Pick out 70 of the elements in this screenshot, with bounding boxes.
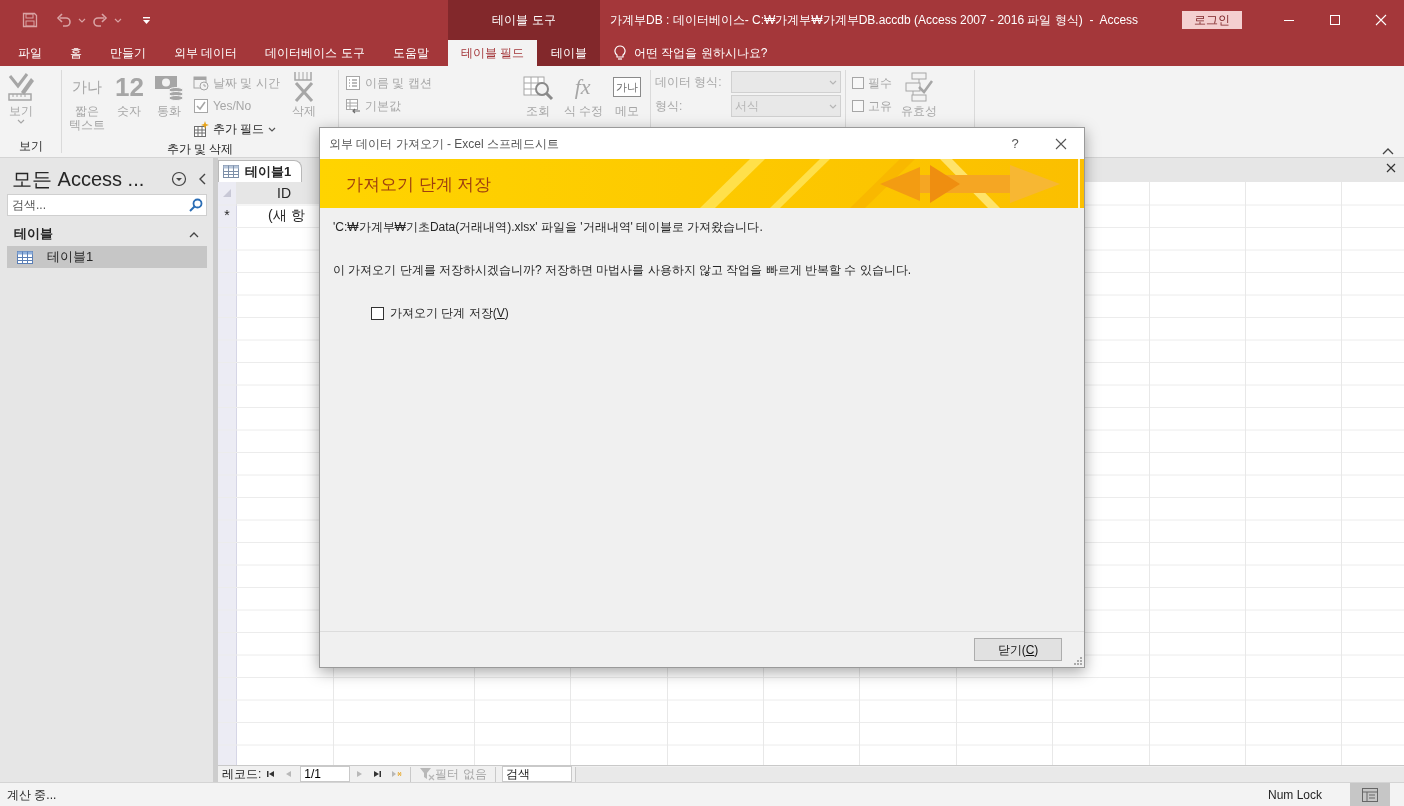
checkbox-label: 필수	[868, 75, 892, 92]
view-icon	[7, 72, 35, 102]
checkbox-label: 고유	[868, 98, 892, 115]
document-tab[interactable]: 테이블1	[218, 160, 303, 182]
table-cell-text: (새 항	[267, 206, 305, 225]
caret-icon	[829, 102, 837, 110]
search-field[interactable]: 검색	[501, 766, 572, 782]
caret-icon[interactable]	[114, 16, 122, 24]
group-label: 보기	[17, 138, 44, 153]
caret-icon[interactable]	[78, 16, 86, 24]
ribbon-tab[interactable]: 데이터베이스 도구	[251, 40, 379, 66]
field-label: 데이터 형식:	[655, 74, 723, 91]
tell-me-search[interactable]: 어떤 작업을 원하시나요?	[600, 40, 774, 66]
text-glyph-icon: fx	[572, 72, 595, 102]
save-steps-checkbox[interactable]: 가져오기 단계 저장(V)	[371, 304, 509, 322]
ribbon-tab[interactable]: 만들기	[96, 40, 160, 66]
datasheet-view-button[interactable]	[1350, 783, 1390, 806]
customize-menu-icon[interactable]	[142, 15, 151, 25]
search-field[interactable]: 검색...	[7, 194, 207, 216]
caret-icon	[829, 78, 837, 86]
field-label: 형식:	[655, 98, 684, 115]
text-glyph-icon: 가나	[72, 80, 102, 94]
table-arrow-icon	[345, 98, 361, 114]
table-icon	[17, 250, 33, 264]
horizontal-scrollbar[interactable]	[574, 766, 1404, 782]
undo-icon[interactable]	[56, 12, 72, 28]
table-sparkle-icon	[192, 121, 209, 137]
status-indicator: Num Lock	[1267, 786, 1322, 804]
calendar-clock-icon	[192, 75, 209, 91]
ribbon-button[interactable]: 추가 필드	[190, 118, 282, 140]
collapse-ribbon-icon[interactable]	[1382, 147, 1394, 155]
nav-item[interactable]: 테이블1	[7, 246, 207, 268]
ribbon-tab[interactable]: 테이블	[537, 40, 600, 66]
ribbon-tab[interactable]: 외부 데이터	[160, 40, 252, 66]
lightbulb-icon	[614, 45, 626, 61]
sign-in-button[interactable]: 로그인	[1182, 11, 1242, 29]
pane-title: 모든 Access ...	[12, 167, 146, 192]
ribbon-tab[interactable]: 파일	[4, 40, 56, 66]
text-glyph-icon: 12	[115, 72, 144, 102]
table-icon	[223, 165, 239, 178]
ribbon-tab[interactable]: 홈	[56, 40, 96, 66]
close-dialog-button[interactable]: 닫기(C)	[974, 638, 1062, 661]
new-record-marker: *	[224, 206, 230, 226]
resize-grip-icon[interactable]	[1073, 656, 1082, 665]
record-label: 레코드:	[222, 766, 262, 783]
message-text: 이 가져오기 단계를 저장하시겠습니까? 저장하면 마법사를 사용하지 않고 작업을 빠르게 반복할 수 있습니다.	[333, 262, 912, 279]
text-glyph-icon: 가나	[613, 77, 642, 97]
ribbon-tab[interactable]: 도움말	[378, 40, 443, 66]
section-header[interactable]: 테이블	[0, 216, 213, 244]
dialog-heading: 가져오기 단계 저장	[346, 174, 492, 196]
checkbox-tick-icon	[192, 98, 209, 114]
ribbon-tab[interactable]: 테이블 필드	[448, 40, 538, 66]
message-text: 'C:₩가계부₩기초Data(거래내역).xlsx' 파일을 '거래내역' 테이블로 가져왔습니다.	[333, 219, 764, 236]
maximize-icon[interactable]	[1329, 14, 1341, 26]
close-icon[interactable]	[1386, 163, 1396, 173]
help-button[interactable]: ?	[992, 133, 1038, 154]
redo-icon[interactable]	[92, 12, 108, 28]
record-number-field[interactable]: 1/1	[300, 766, 351, 782]
window-title: 가계부DB : 데이터베이스- C:₩가계부₩가계부DB.accdb (Access 2007 - 2016 파일 형식) - Access	[609, 12, 1140, 29]
save-icon[interactable]	[22, 12, 38, 28]
dialog-title: 외부 데이터 가져오기 - Excel 스프레드시트	[329, 135, 560, 153]
flowchart-check-icon	[904, 72, 934, 102]
list-icon	[345, 75, 361, 91]
dropdown-circle-icon[interactable]	[171, 171, 187, 187]
chevron-left-icon[interactable]	[199, 173, 207, 185]
status-text: 계산 중...	[7, 786, 58, 804]
close-icon[interactable]	[1055, 137, 1067, 150]
datasheet-view-icon[interactable]	[1362, 787, 1378, 802]
search-icon	[189, 198, 203, 212]
context-tab-header: 테이블 도구	[448, 0, 600, 40]
